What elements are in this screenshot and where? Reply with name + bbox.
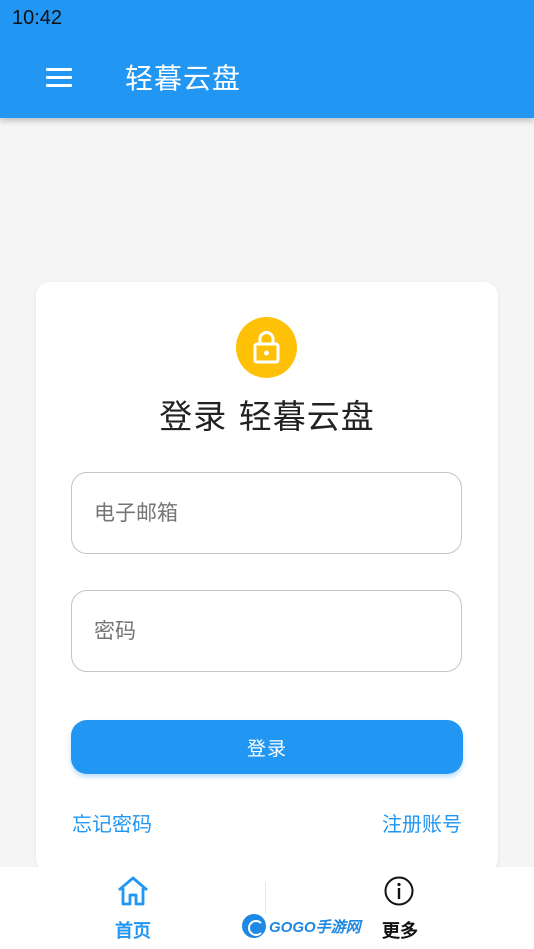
login-button[interactable]: 登录 — [71, 720, 463, 774]
home-icon — [118, 876, 148, 906]
nav-item-home[interactable]: 首页 — [63, 867, 203, 949]
nav-divider — [265, 882, 266, 914]
watermark: GOGO手游网 — [242, 914, 361, 938]
login-card: 登录 轻暮云盘 登录 忘记密码 注册账号 — [36, 282, 498, 872]
watermark-logo-icon — [242, 914, 266, 938]
hamburger-menu-icon[interactable] — [38, 58, 80, 98]
app-bar: 10:42 轻暮云盘 — [0, 0, 534, 118]
nav-label-home: 首页 — [115, 921, 151, 942]
email-field[interactable] — [72, 473, 461, 553]
status-time: 10:42 — [12, 7, 63, 29]
email-field-container — [71, 472, 462, 554]
info-icon — [384, 876, 414, 906]
forgot-password-link[interactable]: 忘记密码 — [72, 808, 152, 837]
lock-icon — [236, 317, 297, 378]
password-field-container — [71, 590, 462, 672]
login-title: 登录 轻暮云盘 — [159, 397, 375, 436]
watermark-text: GOGO手游网 — [269, 918, 361, 936]
register-link[interactable]: 注册账号 — [382, 808, 462, 837]
app-title: 轻暮云盘 — [125, 62, 242, 95]
password-field[interactable] — [72, 591, 461, 671]
